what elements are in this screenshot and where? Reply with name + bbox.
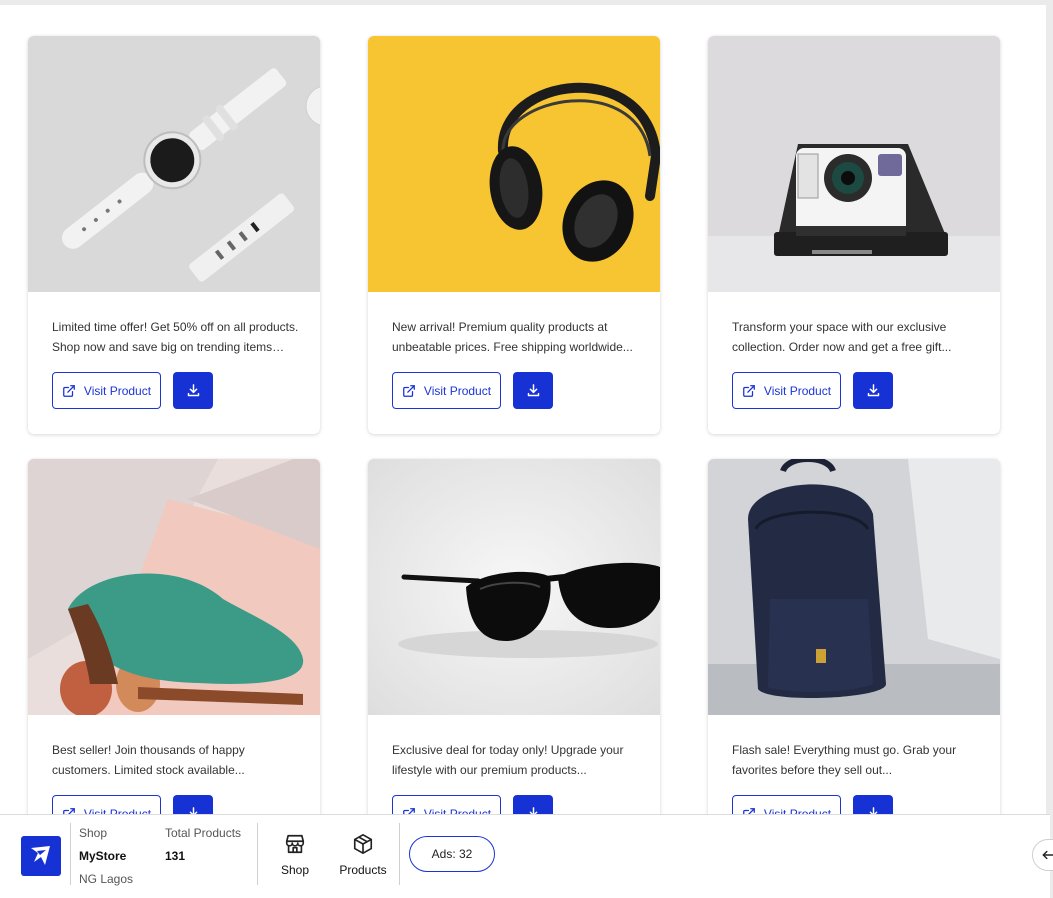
download-button[interactable] [173, 372, 213, 409]
product-card: Flash sale! Everything must go. Grab you… [708, 459, 1000, 857]
download-icon [187, 384, 199, 397]
external-link-icon [63, 384, 75, 397]
product-card: Exclusive deal for today only! Upgrade y… [368, 459, 660, 857]
shop-location: NG Lagos [79, 872, 134, 886]
product-description: New arrival! Premium quality products at… [392, 320, 633, 354]
product-card: New arrival! Premium quality products at… [368, 36, 660, 434]
visit-product-button[interactable]: Visit Product [732, 372, 841, 409]
total-products-label: Total Products [165, 826, 242, 840]
product-image-sunglasses [368, 459, 660, 715]
visit-product-label: Visit Product [83, 383, 152, 398]
product-feed: Limited time offer! Get 50% off on all p… [0, 5, 1046, 898]
product-image-headphones [368, 36, 660, 292]
box-icon [353, 834, 373, 854]
product-image-backpack [708, 459, 1000, 715]
brand-logo-icon [31, 846, 50, 865]
download-icon [527, 384, 539, 397]
shop-footer-bar: Shop MyStore NG Lagos Total Products 131… [0, 814, 1053, 898]
product-card: Best seller! Join thousands of happy cus… [28, 459, 320, 857]
divider [257, 823, 258, 885]
visit-product-label: Visit Product [763, 383, 832, 398]
product-card: Limited time offer! Get 50% off on all p… [28, 36, 320, 434]
nav-products-label: Products [339, 863, 387, 877]
nav-products[interactable]: Products [337, 833, 389, 877]
visit-product-button[interactable]: Visit Product [392, 372, 501, 409]
product-description: Flash sale! Everything must go. Grab you… [732, 743, 957, 777]
divider [70, 823, 71, 885]
shop-label: Shop [79, 826, 108, 840]
product-description: Transform your space with our exclusive … [732, 320, 952, 354]
external-link-icon [743, 384, 755, 397]
download-icon [867, 384, 879, 397]
ads-count-badge[interactable]: Ads: 32 [409, 836, 495, 872]
product-description: Best seller! Join thousands of happy cus… [52, 743, 245, 777]
divider [399, 823, 400, 885]
visit-product-label: Visit Product [423, 383, 492, 398]
product-description: Exclusive deal for today only! Upgrade y… [392, 743, 624, 777]
product-image-smartwatch [28, 36, 320, 292]
nav-shop[interactable]: Shop [278, 833, 312, 877]
product-image-green-shoe [28, 459, 320, 715]
product-image-instant-camera [708, 36, 1000, 292]
download-button[interactable] [853, 372, 893, 409]
shop-name: MyStore [79, 849, 127, 863]
external-link-icon [403, 384, 415, 397]
arrow-left-icon [1042, 850, 1053, 860]
product-card: Transform your space with our exclusive … [708, 36, 1000, 434]
download-button[interactable] [513, 372, 553, 409]
shop-logo[interactable] [21, 836, 61, 876]
product-description: Limited time offer! Get 50% off on all p… [52, 320, 299, 354]
nav-shop-label: Shop [280, 863, 310, 877]
visit-product-button[interactable]: Visit Product [52, 372, 161, 409]
total-products-value: 131 [165, 849, 186, 863]
storefront-icon [285, 834, 305, 854]
collapse-button[interactable] [1032, 839, 1053, 871]
